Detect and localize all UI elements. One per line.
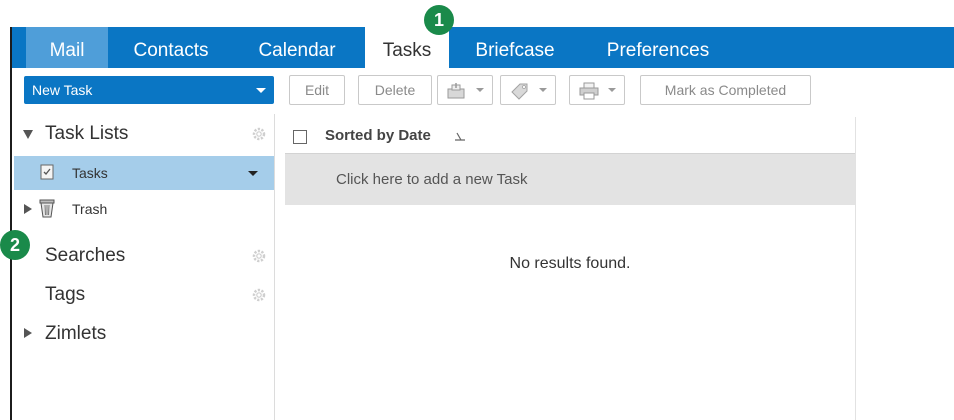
searches-header[interactable]: Searches xyxy=(12,238,274,274)
sidebar-item-tasks[interactable]: Tasks xyxy=(14,156,274,190)
empty-state-message: No results found. xyxy=(509,255,631,272)
add-new-task-label: Click here to add a new Task xyxy=(336,171,528,188)
mark-as-completed-button[interactable]: Mark as Completed xyxy=(640,75,811,105)
collapse-triangle-icon[interactable] xyxy=(23,130,33,139)
expand-triangle-icon[interactable] xyxy=(24,328,32,338)
task-lists-header[interactable]: Task Lists xyxy=(12,116,274,152)
searches-label: Searches xyxy=(45,245,126,266)
tab-mail[interactable]: Mail xyxy=(26,27,108,68)
tab-preferences[interactable]: Preferences xyxy=(591,27,725,68)
tags-header[interactable]: Tags xyxy=(12,277,274,313)
print-button[interactable] xyxy=(569,75,625,105)
chevron-down-icon xyxy=(539,88,547,92)
new-task-label: New Task xyxy=(32,82,93,98)
sidebar-divider xyxy=(274,114,275,420)
sort-arrow-icon[interactable] xyxy=(453,130,467,142)
tab-contacts[interactable]: Contacts xyxy=(119,27,223,68)
sort-label[interactable]: Sorted by Date xyxy=(325,117,431,155)
gear-icon[interactable] xyxy=(250,125,268,143)
sidebar: 2 Task Lists Tasks Trash Searches Tags Z… xyxy=(0,114,274,420)
new-task-button[interactable]: New Task xyxy=(24,76,274,104)
select-all-checkbox[interactable] xyxy=(293,130,307,144)
tags-label: Tags xyxy=(45,284,86,305)
chevron-down-icon[interactable] xyxy=(256,88,266,93)
toolbar: New Task Edit Delete Mark as Completed xyxy=(12,68,954,114)
edit-button[interactable]: Edit xyxy=(289,75,345,105)
move-folder-icon xyxy=(447,83,465,99)
tag-icon xyxy=(511,83,528,100)
zimlets-label: Zimlets xyxy=(45,323,107,344)
chevron-down-icon xyxy=(476,88,484,92)
move-button[interactable] xyxy=(437,75,493,105)
expand-triangle-icon[interactable] xyxy=(24,204,32,214)
list-header: Sorted by Date xyxy=(285,117,855,154)
delete-button[interactable]: Delete xyxy=(358,75,432,105)
sidebar-item-label: Tasks xyxy=(72,165,108,181)
trash-icon xyxy=(39,199,55,218)
sidebar-item-label: Trash xyxy=(72,201,108,217)
sidebar-item-trash[interactable]: Trash xyxy=(14,192,274,226)
task-list-icon xyxy=(40,164,54,180)
gear-icon[interactable] xyxy=(250,247,268,265)
task-list-panel: Sorted by Date Click here to add a new T… xyxy=(285,117,855,420)
task-lists-label: Task Lists xyxy=(45,123,129,144)
chevron-down-icon xyxy=(608,88,616,92)
callout-badge-1: 1 xyxy=(424,5,454,35)
tab-calendar[interactable]: Calendar xyxy=(245,27,349,68)
gear-icon[interactable] xyxy=(250,286,268,304)
main-tab-bar: Mail Contacts Calendar Tasks Briefcase P… xyxy=(12,27,954,68)
list-right-divider xyxy=(855,117,856,420)
zimlets-header[interactable]: Zimlets xyxy=(12,316,274,352)
chevron-down-icon[interactable] xyxy=(248,171,258,176)
tab-briefcase[interactable]: Briefcase xyxy=(463,27,567,68)
printer-icon xyxy=(579,82,599,100)
tag-button[interactable] xyxy=(500,75,556,105)
add-new-task-row[interactable]: Click here to add a new Task xyxy=(285,154,855,205)
